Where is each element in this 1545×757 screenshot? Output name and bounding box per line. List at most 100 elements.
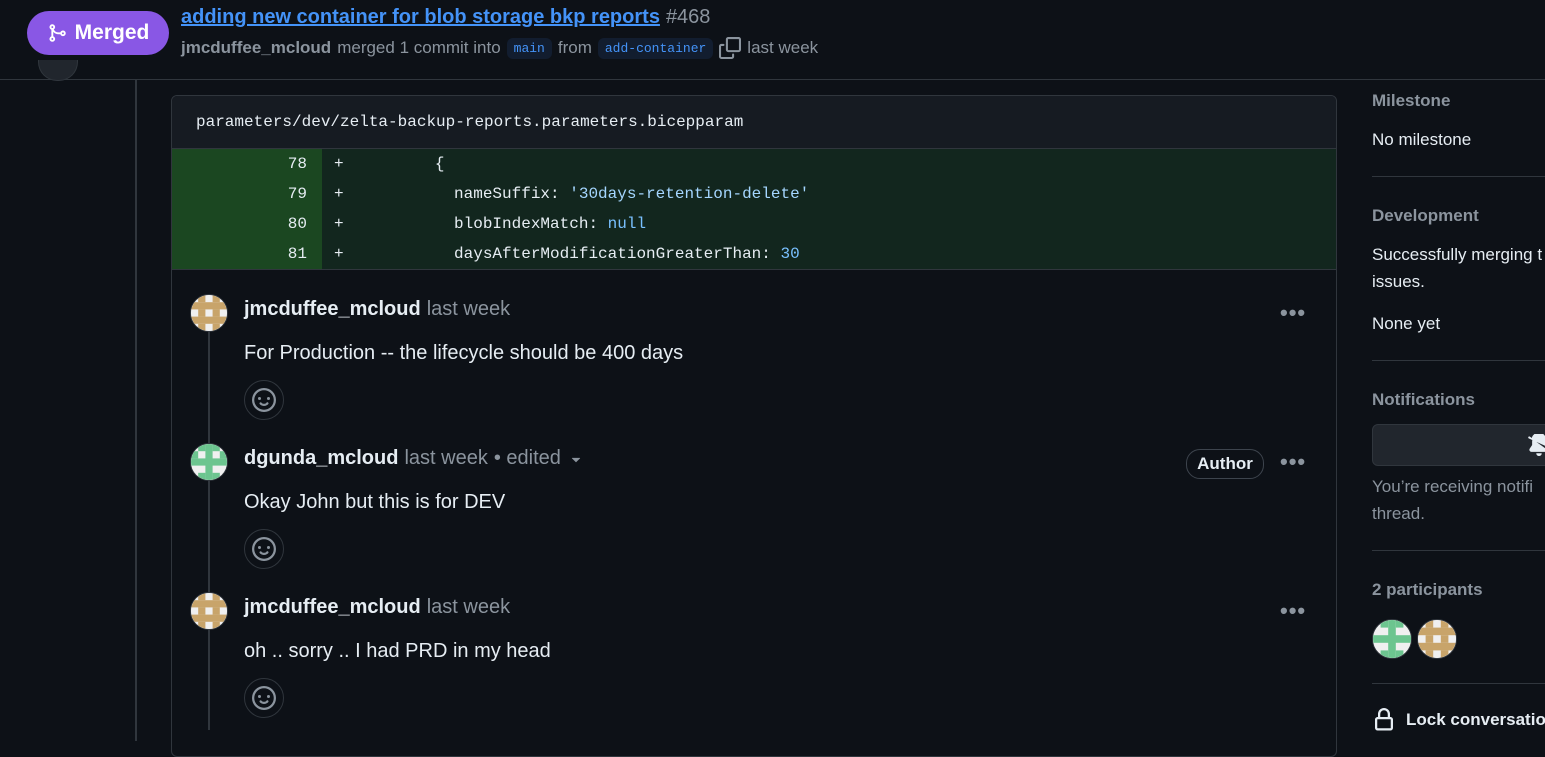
pr-meta: jmcduffee_mcloud merged 1 commit into ma…: [181, 37, 818, 59]
line-number: 80: [172, 209, 322, 239]
subscribe-button[interactable]: [1372, 424, 1545, 466]
merged-badge-label: Merged: [74, 21, 150, 44]
head-branch-link[interactable]: add-container: [597, 37, 714, 59]
code-sep: :: [588, 215, 608, 233]
participants-heading: 2 participants: [1372, 580, 1483, 599]
diff-sign: +: [334, 245, 344, 263]
code-sep: :: [550, 185, 570, 203]
sidebar-divider: [1372, 550, 1545, 551]
participant-avatar[interactable]: [1417, 619, 1457, 659]
comment-header: dgunda_mcloud last week • edited: [244, 447, 585, 470]
comment-options-button[interactable]: •••: [1280, 449, 1306, 475]
line-number: 78: [172, 149, 322, 179]
identicon-icon: [191, 295, 227, 331]
comment-body: For Production -- the lifecycle should b…: [244, 342, 684, 364]
avatar[interactable]: [190, 443, 228, 481]
development-text-line1: Successfully merging t: [1372, 245, 1543, 264]
comment-header: jmcduffee_mcloud last week: [244, 298, 510, 321]
merged-status-badge: Merged: [27, 11, 169, 55]
comment-body: oh .. sorry .. I had PRD in my head: [244, 640, 551, 662]
add-reaction-button[interactable]: [244, 529, 284, 569]
thread-line: [208, 310, 210, 730]
diff-hunk: 78 + { 79 + nameSuffix: '30days-retentio…: [172, 149, 1336, 270]
file-path[interactable]: parameters/dev/zelta-backup-reports.para…: [196, 113, 743, 131]
from-text: from: [557, 38, 592, 57]
edited-indicator[interactable]: • edited: [494, 447, 561, 470]
comment-time[interactable]: last week: [427, 596, 510, 619]
git-merge-icon: [49, 24, 66, 42]
pr-header: Merged adding new container for blob sto…: [0, 0, 1545, 80]
add-reaction-button[interactable]: [244, 380, 284, 420]
code-line: + {: [322, 149, 1336, 179]
diff-line: 81 + daysAfterModificationGreaterThan: 3…: [172, 239, 1336, 269]
code-key: nameSuffix: [454, 185, 551, 203]
base-branch-link[interactable]: main: [506, 37, 552, 59]
comment-author-link[interactable]: dgunda_mcloud: [244, 447, 398, 470]
line-number: 81: [172, 239, 322, 269]
lock-conversation-label: Lock conversation: [1406, 710, 1545, 729]
code-key: blobIndexMatch: [454, 215, 589, 233]
avatar[interactable]: [190, 294, 228, 332]
comment-author-link[interactable]: jmcduffee_mcloud: [244, 596, 421, 619]
diff-sign: +: [334, 155, 344, 173]
participant-avatar[interactable]: [1372, 619, 1412, 659]
notifications-heading: Notifications: [1372, 390, 1475, 409]
identicon-icon: [191, 593, 227, 629]
triangle-down-icon[interactable]: [567, 450, 585, 468]
review-thread-card: parameters/dev/zelta-backup-reports.para…: [171, 95, 1337, 757]
comment-header: jmcduffee_mcloud last week: [244, 596, 510, 619]
identicon-icon: [1418, 620, 1456, 658]
bell-slash-icon: [1528, 434, 1545, 456]
milestone-value: No milestone: [1372, 130, 1472, 149]
code-key: daysAfterModificationGreaterThan: [454, 245, 762, 263]
pr-title: adding new container for blob storage bk…: [181, 6, 710, 29]
pr-author-link[interactable]: jmcduffee_mcloud: [181, 38, 331, 58]
code-keyword: null: [607, 215, 647, 233]
avatar[interactable]: [190, 592, 228, 630]
comment-body: Okay John but this is for DEV: [244, 491, 506, 513]
file-path-header: parameters/dev/zelta-backup-reports.para…: [172, 96, 1336, 149]
diff-line: 78 + {: [172, 149, 1336, 179]
pr-sidebar: Milestone No milestone Development Succe…: [1372, 80, 1545, 741]
lock-conversation-button[interactable]: Lock conversation: [1372, 708, 1545, 732]
comment-time[interactable]: last week: [427, 298, 510, 321]
development-value: None yet: [1372, 314, 1441, 333]
code-sep: :: [761, 245, 781, 263]
diff-line: 79 + nameSuffix: '30days-retention-delet…: [172, 179, 1336, 209]
comment-options-button[interactable]: •••: [1280, 300, 1306, 326]
development-text-line2: issues.: [1372, 272, 1425, 291]
code-string: '30days-retention-delete': [569, 185, 810, 203]
add-reaction-button[interactable]: [244, 678, 284, 718]
pr-number: #468: [665, 6, 711, 28]
comment-options-button[interactable]: •••: [1280, 598, 1306, 624]
pr-title-link[interactable]: adding new container for blob storage bk…: [181, 6, 660, 28]
code-line: + blobIndexMatch: null: [322, 209, 1336, 239]
author-role-badge: Author: [1186, 449, 1264, 479]
diff-sign: +: [334, 185, 344, 203]
merged-text: merged 1 commit into: [337, 38, 501, 57]
sidebar-divider: [1372, 683, 1545, 684]
development-heading[interactable]: Development: [1372, 206, 1479, 226]
comment-time[interactable]: last week: [404, 447, 487, 470]
sidebar-divider: [1372, 360, 1545, 361]
identicon-icon: [1373, 620, 1411, 658]
diff-sign: +: [334, 215, 344, 233]
timeline-line: [135, 79, 137, 741]
notifications-text-line1: You’re receiving notifi: [1372, 477, 1533, 496]
identicon-icon: [191, 444, 227, 480]
code-number: 30: [780, 245, 800, 263]
code-line: + nameSuffix: '30days-retention-delete': [322, 179, 1336, 209]
comment-author-link[interactable]: jmcduffee_mcloud: [244, 298, 421, 321]
smiley-icon: [252, 686, 276, 710]
lock-icon: [1375, 708, 1393, 731]
milestone-heading[interactable]: Milestone: [1372, 91, 1450, 111]
code-line: + daysAfterModificationGreaterThan: 30: [322, 239, 1336, 269]
code-token: {: [434, 155, 445, 173]
copy-icon[interactable]: [719, 37, 742, 59]
line-number: 79: [172, 179, 322, 209]
diff-line: 80 + blobIndexMatch: null: [172, 209, 1336, 239]
